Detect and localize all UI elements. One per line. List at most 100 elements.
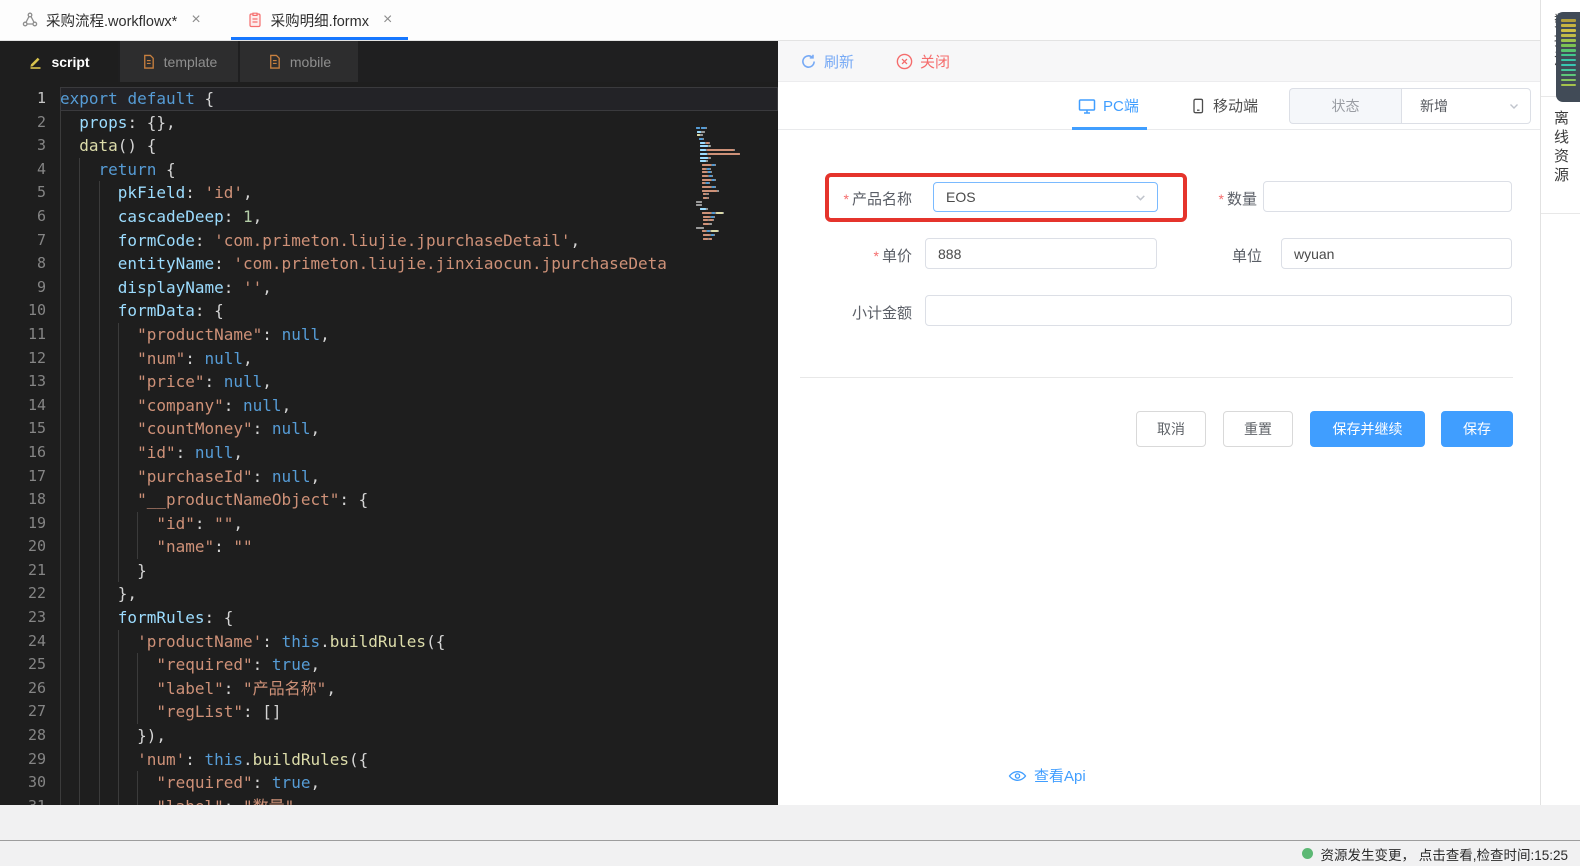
code-line[interactable]: 27 "regList": [] — [0, 700, 778, 724]
code-line[interactable]: 2 props: {}, — [0, 111, 778, 135]
file-tab-label: 采购流程.workflowx* — [46, 10, 177, 31]
close-label: 关闭 — [920, 51, 950, 72]
editor-tab-label: mobile — [290, 54, 331, 70]
required-mark: * — [874, 248, 879, 264]
eye-icon — [1008, 768, 1027, 784]
code-line[interactable]: 24 'productName': this.buildRules({ — [0, 630, 778, 654]
editor-tab-label: script — [51, 54, 89, 70]
refresh-icon — [800, 53, 817, 70]
minimap[interactable] — [696, 127, 750, 241]
code-line[interactable]: 30 "required": true, — [0, 771, 778, 795]
monitor-icon — [1078, 97, 1096, 115]
field-label-unit-price: *单价 — [830, 245, 912, 266]
file-icon — [267, 54, 282, 69]
tab-pc-label: PC端 — [1103, 95, 1139, 116]
code-line[interactable]: 13 "price": null, — [0, 370, 778, 394]
code-line[interactable]: 20 "name": "" — [0, 535, 778, 559]
editor-tab-bar: script template mobile — [0, 41, 778, 82]
tab-script[interactable]: script — [0, 41, 118, 82]
code-line[interactable]: 11 "productName": null, — [0, 323, 778, 347]
code-line[interactable]: 31 "label": "数量" — [0, 795, 778, 805]
reset-button[interactable]: 重置 — [1223, 411, 1293, 447]
status-dot-icon — [1302, 848, 1313, 859]
code-line[interactable]: 26 "label": "产品名称", — [0, 677, 778, 701]
close-circle-icon — [896, 53, 913, 70]
view-api-label: 查看Api — [1034, 765, 1086, 786]
refresh-button[interactable]: 刷新 — [800, 51, 854, 72]
code-line[interactable]: 12 "num": null, — [0, 347, 778, 371]
code-line[interactable]: 10 formData: { — [0, 299, 778, 323]
product-name-select-value: EOS — [946, 189, 976, 205]
close-icon[interactable]: × — [383, 11, 392, 29]
tab-mobile[interactable]: mobile — [240, 41, 358, 82]
file-tab-bar: 采购流程.workflowx* × 采购明细.formx × — [0, 0, 1580, 41]
view-api-link[interactable]: 查看Api — [1008, 765, 1086, 786]
file-tab-workflow[interactable]: 采购流程.workflowx* × — [6, 0, 217, 40]
code-line[interactable]: 25 "required": true, — [0, 653, 778, 677]
scrollbar-marks[interactable] — [1556, 12, 1580, 102]
cancel-button[interactable]: 取消 — [1136, 411, 1206, 447]
bottom-strip — [0, 805, 1580, 840]
phone-icon — [1190, 98, 1206, 114]
code-line[interactable]: 19 "id": "", — [0, 512, 778, 536]
save-continue-button[interactable]: 保存并继续 — [1310, 411, 1425, 447]
code-line[interactable]: 16 "id": null, — [0, 441, 778, 465]
code-line[interactable]: 22 }, — [0, 582, 778, 606]
file-tab-label: 采购明细.formx — [271, 10, 369, 31]
editor-tab-label: template — [164, 54, 218, 70]
required-mark: * — [1219, 191, 1224, 207]
right-sidebar: 数据源 离线资源 — [1540, 0, 1580, 805]
code-line[interactable]: 5 pkField: 'id', — [0, 181, 778, 205]
refresh-label: 刷新 — [824, 51, 854, 72]
app-window: 采购流程.workflowx* × 采购明细.formx × script — [0, 0, 1580, 866]
field-label-product-name: *产品名称 — [830, 188, 912, 209]
code-line[interactable]: 3 data() { — [0, 134, 778, 158]
code-line[interactable]: 21 } — [0, 559, 778, 583]
field-label-quantity: *数量 — [1183, 188, 1257, 209]
form-divider — [800, 377, 1513, 378]
code-line[interactable]: 18 "__productNameObject": { — [0, 488, 778, 512]
view-tab-bar: PC端 移动端 状态 新增 — [778, 82, 1540, 130]
subtotal-input[interactable] — [925, 295, 1512, 326]
workflow-icon — [22, 12, 38, 28]
required-mark: * — [844, 191, 849, 207]
code-line[interactable]: 4 return { — [0, 158, 778, 182]
preview-toolbar: 刷新 关闭 — [778, 41, 1540, 82]
close-icon[interactable]: × — [191, 11, 200, 29]
code-line[interactable]: 15 "countMoney": null, — [0, 417, 778, 441]
code-line[interactable]: 28 }), — [0, 724, 778, 748]
status-bar: 资源发生变更， 点击查看,检查时间:15:25 — [0, 840, 1580, 866]
state-select-group: 状态 新增 — [1289, 88, 1531, 124]
tab-mobile-label: 移动端 — [1213, 95, 1258, 116]
code-line[interactable]: 17 "purchaseId": null, — [0, 465, 778, 489]
unit-input[interactable] — [1281, 238, 1512, 269]
code-line[interactable]: 1export default { — [0, 87, 778, 111]
product-name-select[interactable]: EOS — [933, 182, 1158, 212]
tab-template[interactable]: template — [120, 41, 238, 82]
close-preview-button[interactable]: 关闭 — [896, 51, 950, 72]
form-preview-panel: 刷新 关闭 PC端 移动端 — [778, 41, 1540, 805]
code-line[interactable]: 8 entityName: 'com.primeton.liujie.jinxi… — [0, 252, 778, 276]
code-line[interactable]: 6 cascadeDeep: 1, — [0, 205, 778, 229]
form-icon — [247, 12, 263, 28]
code-line[interactable]: 14 "company": null, — [0, 394, 778, 418]
quantity-input[interactable] — [1263, 181, 1512, 212]
code-line[interactable]: 7 formCode: 'com.primeton.liujie.jpurcha… — [0, 229, 778, 253]
tab-pc-view[interactable]: PC端 — [1078, 82, 1139, 129]
status-message[interactable]: 资源发生变更， 点击查看,检查时间:15:25 — [1320, 844, 1568, 864]
unit-price-input[interactable] — [925, 238, 1157, 269]
sidebar-item-offline-resources[interactable]: 离线资源 — [1541, 97, 1580, 214]
code-line[interactable]: 29 'num': this.buildRules({ — [0, 748, 778, 772]
code-area[interactable]: 1export default {2 props: {},3 data() {4… — [0, 82, 778, 805]
save-button[interactable]: 保存 — [1441, 411, 1513, 447]
tab-mobile-view[interactable]: 移动端 — [1190, 82, 1258, 129]
field-label-unit: 单位 — [1183, 245, 1262, 266]
code-line[interactable]: 23 formRules: { — [0, 606, 778, 630]
code-editor: script template mobile 1export default {… — [0, 41, 778, 805]
state-select[interactable]: 新增 — [1401, 88, 1531, 124]
code-line[interactable]: 9 displayName: '', — [0, 276, 778, 300]
code-lines: 1export default {2 props: {},3 data() {4… — [0, 87, 778, 805]
file-tab-form[interactable]: 采购明细.formx × — [231, 0, 409, 40]
file-icon — [141, 54, 156, 69]
chevron-down-icon — [1508, 100, 1520, 112]
